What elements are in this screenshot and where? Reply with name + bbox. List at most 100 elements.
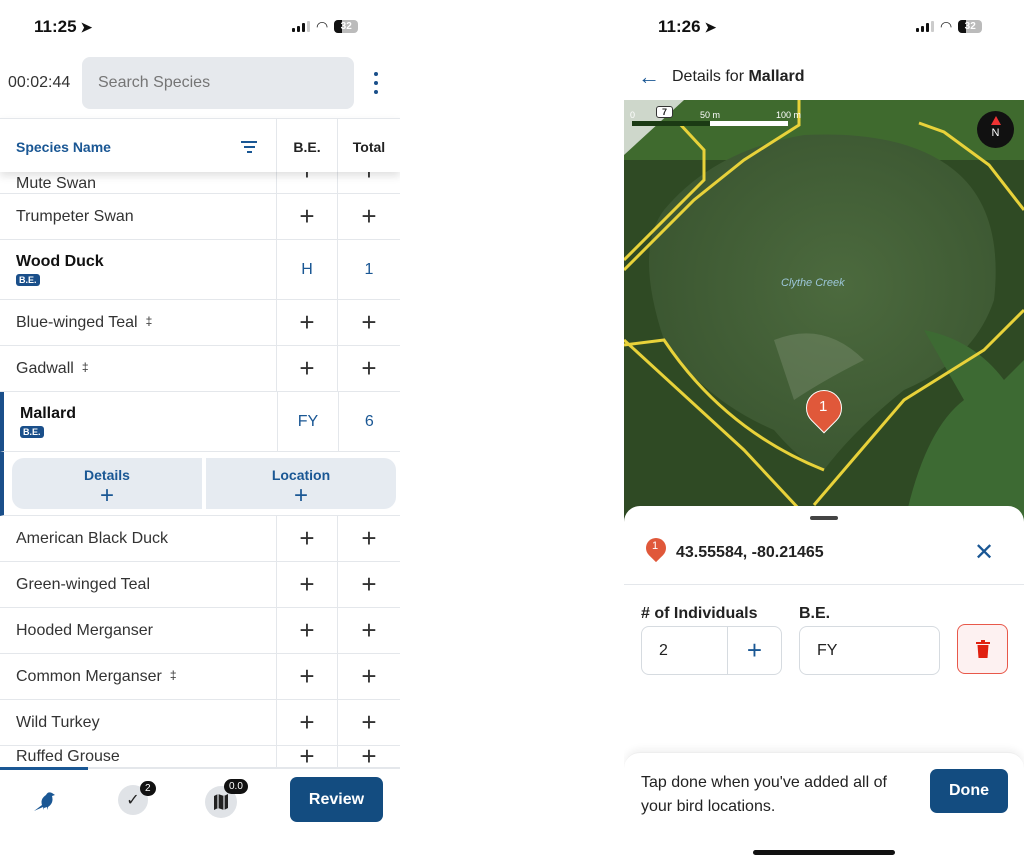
species-cell[interactable]: Trumpeter Swan bbox=[0, 194, 277, 239]
total-cell[interactable]: + bbox=[338, 608, 400, 653]
coordinates: 43.55584, -80.21465 bbox=[676, 544, 824, 561]
be-cell[interactable]: + bbox=[277, 516, 338, 561]
details-button[interactable]: Details + bbox=[12, 458, 202, 509]
location-arrow-icon: ➤ bbox=[704, 18, 717, 35]
be-cell[interactable]: + bbox=[277, 194, 338, 239]
back-arrow-icon[interactable]: ← bbox=[638, 64, 660, 90]
done-button[interactable]: Done bbox=[930, 769, 1008, 813]
species-name: Blue-winged Teal ‡ bbox=[16, 313, 153, 331]
wifi-icon: ◠ bbox=[316, 18, 329, 34]
be-cell[interactable]: + bbox=[277, 741, 338, 771]
be-cell[interactable]: + bbox=[277, 562, 338, 607]
satellite-map[interactable]: 0 7 50 m 100 m N Clythe Creek 1 bbox=[624, 100, 1024, 525]
be-cell[interactable]: FY bbox=[278, 392, 339, 451]
species-cell[interactable]: American Black Duck bbox=[0, 516, 277, 561]
review-button[interactable]: Review bbox=[290, 777, 383, 822]
be-cell[interactable]: + bbox=[277, 654, 338, 699]
signal-icon bbox=[916, 21, 934, 32]
total-cell[interactable]: 1 bbox=[338, 240, 400, 299]
individuals-label: # of Individuals bbox=[641, 605, 758, 622]
total-cell[interactable]: + bbox=[338, 194, 400, 239]
species-cell[interactable]: Wild Turkey bbox=[0, 700, 277, 745]
be-cell[interactable]: + bbox=[277, 608, 338, 653]
home-indicator bbox=[753, 850, 895, 855]
species-mark: ‡ bbox=[81, 359, 89, 374]
be-cell[interactable]: + bbox=[277, 700, 338, 745]
map-count-badge: 0.0 bbox=[224, 779, 248, 794]
table-row[interactable]: Hooded Merganser + + bbox=[0, 608, 400, 654]
location-details-screen: 11:26 ➤ ◠ 32 ← Details for Mallard 0 7 5… bbox=[624, 0, 1024, 864]
species-name: Wild Turkey bbox=[16, 713, 100, 731]
pin-number: 1 bbox=[652, 540, 659, 552]
compass-icon[interactable]: N bbox=[977, 111, 1014, 148]
species-name: Green-winged Teal bbox=[16, 575, 151, 593]
table-row[interactable]: Trumpeter Swan + + bbox=[0, 194, 400, 240]
scale-end: 100 m bbox=[776, 110, 802, 120]
species-name-header[interactable]: Species Name bbox=[16, 139, 111, 155]
table-row[interactable]: Gadwall ‡ + + bbox=[0, 346, 400, 392]
species-name: Trumpeter Swan bbox=[16, 207, 134, 225]
table-row[interactable]: Green-winged Teal + + bbox=[0, 562, 400, 608]
species-cell[interactable]: Blue-winged Teal ‡ bbox=[0, 300, 277, 345]
location-button[interactable]: Location + bbox=[206, 458, 396, 509]
total-cell[interactable]: + bbox=[338, 654, 400, 699]
total-cell[interactable]: + bbox=[338, 346, 400, 391]
be-badge: B.E. bbox=[16, 274, 40, 286]
total-cell[interactable]: + bbox=[338, 562, 400, 607]
species-cell[interactable]: Ruffed Grouse bbox=[0, 746, 277, 767]
table-row[interactable]: Wood Duck B.E. H 1 bbox=[0, 240, 400, 300]
species-cell[interactable]: Mallard B.E. bbox=[4, 392, 279, 451]
total-cell[interactable]: + bbox=[338, 300, 400, 345]
be-cell[interactable]: H bbox=[277, 240, 338, 299]
page-header: ← Details for Mallard bbox=[638, 64, 804, 90]
total-cell[interactable]: 6 bbox=[339, 392, 400, 451]
species-cell[interactable]: Common Merganser ‡ bbox=[0, 654, 277, 699]
table-row[interactable]: Common Merganser ‡ + + bbox=[0, 654, 400, 700]
be-header: B.E. bbox=[277, 119, 338, 172]
close-icon[interactable]: ✕ bbox=[974, 538, 994, 567]
table-row[interactable]: Wild Turkey + + bbox=[0, 700, 400, 746]
bird-icon[interactable] bbox=[32, 787, 58, 813]
zoom-level: 7 bbox=[656, 106, 674, 118]
total-cell[interactable]: + bbox=[338, 700, 400, 745]
be-cell[interactable]: + bbox=[277, 346, 338, 391]
location-arrow-icon: ➤ bbox=[80, 18, 93, 35]
total-cell[interactable]: + bbox=[338, 741, 400, 771]
species-name: Mute Swan bbox=[16, 175, 97, 192]
signal-icon bbox=[292, 21, 310, 32]
species-name: Common Merganser ‡ bbox=[16, 667, 177, 685]
table-header: Species Name B.E. Total bbox=[0, 118, 400, 172]
total-cell[interactable]: + bbox=[338, 516, 400, 561]
species-name: American Black Duck bbox=[16, 529, 169, 547]
status-time: 11:25 bbox=[34, 17, 77, 36]
total-header: Total bbox=[352, 139, 386, 155]
species-name: Mallard bbox=[20, 405, 77, 422]
be-input[interactable]: FY bbox=[799, 626, 940, 675]
search-input[interactable] bbox=[82, 57, 354, 109]
species-cell[interactable]: Hooded Merganser bbox=[0, 608, 277, 653]
be-label: B.E. bbox=[799, 605, 831, 622]
species-list-screen: 11:25 ➤ ◠ 32 00:02:44 Species Name B.E. … bbox=[0, 0, 400, 864]
species-name: Wood Duck bbox=[16, 253, 104, 270]
more-menu-icon[interactable] bbox=[372, 72, 380, 94]
status-bar: 11:25 ➤ bbox=[34, 14, 92, 40]
filter-icon[interactable] bbox=[241, 141, 257, 156]
trash-icon bbox=[975, 640, 990, 658]
table-row[interactable]: Mallard B.E. FY 6 bbox=[0, 392, 400, 452]
species-cell[interactable]: Gadwall ‡ bbox=[0, 346, 277, 391]
battery-icon: 32 bbox=[958, 20, 983, 33]
table-row[interactable]: Ruffed Grouse + + bbox=[0, 741, 400, 771]
increment-button[interactable]: + bbox=[728, 635, 781, 666]
individuals-input[interactable]: 2 bbox=[642, 627, 728, 674]
status-icons: ◠ 32 bbox=[916, 18, 983, 35]
individuals-stepper[interactable]: 2 + bbox=[641, 626, 782, 675]
table-row[interactable]: Blue-winged Teal ‡ + + bbox=[0, 300, 400, 346]
species-cell[interactable]: Wood Duck B.E. bbox=[0, 240, 277, 299]
scale-mid: 50 m bbox=[700, 110, 721, 120]
be-cell[interactable]: + bbox=[277, 300, 338, 345]
drag-handle[interactable] bbox=[810, 516, 838, 520]
wifi-icon: ◠ bbox=[940, 18, 953, 34]
species-cell[interactable]: Green-winged Teal bbox=[0, 562, 277, 607]
table-row[interactable]: American Black Duck + + bbox=[0, 516, 400, 562]
delete-button[interactable] bbox=[957, 624, 1008, 674]
